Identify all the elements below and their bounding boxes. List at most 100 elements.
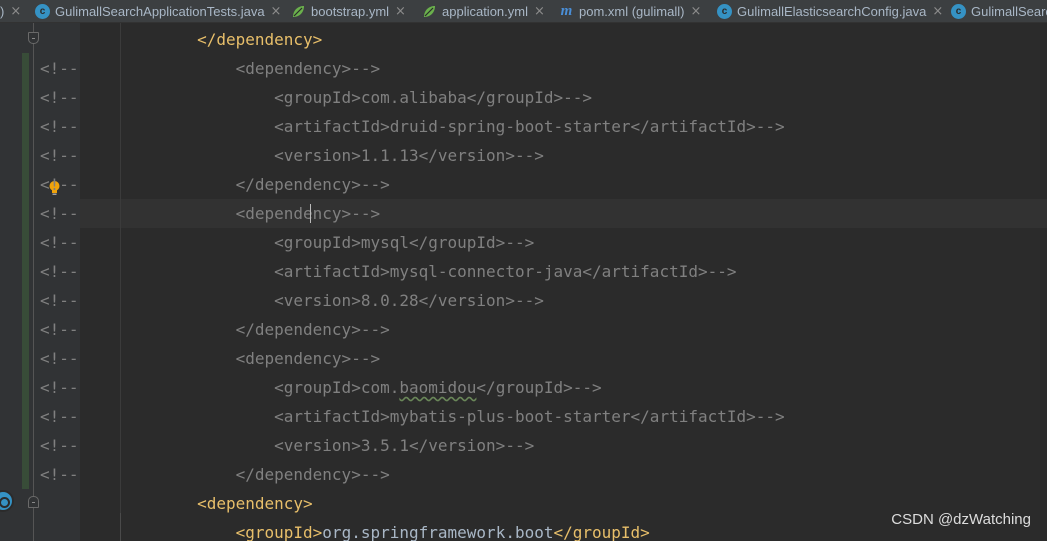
comment-prefix: <!-- xyxy=(40,436,79,455)
code-line[interactable]: <!-- <dependency>--> xyxy=(40,344,381,373)
close-icon[interactable]: × xyxy=(10,4,21,19)
indentation xyxy=(120,320,236,339)
comment-prefix: <!-- xyxy=(40,378,79,397)
tab-label: GulimallElasticsearchConfig.java xyxy=(737,3,927,19)
tab-label: application.yml xyxy=(442,3,528,19)
indentation xyxy=(120,523,236,541)
code-line[interactable]: <!-- </dependency>--> xyxy=(40,460,390,489)
java-class-icon: c xyxy=(35,3,50,19)
xml-comment: <groupId>com.alibaba</groupId>--> xyxy=(274,88,593,107)
tab-pom-xml[interactable]: m pom.xml (gulimall) × xyxy=(559,0,702,22)
code-line[interactable]: <!-- <version>1.1.13</version>--> xyxy=(40,141,544,170)
code-line[interactable]: <!-- <artifactId>mysql-connector-java</a… xyxy=(40,257,737,286)
code-line[interactable]: <dependency> xyxy=(120,489,313,518)
comment-prefix: <!-- xyxy=(40,320,79,339)
code-line[interactable]: <!-- <artifactId>druid-spring-boot-start… xyxy=(40,112,785,141)
comment-prefix: <!-- xyxy=(40,117,79,136)
indentation xyxy=(120,59,236,78)
vcs-change-marker[interactable] xyxy=(22,53,29,489)
code-line[interactable]: <!-- <groupId>com.baomidou</groupId>--> xyxy=(40,373,602,402)
tab-gulimall-search[interactable]: c GulimallSearc xyxy=(951,0,1047,22)
xml-tag: </groupId> xyxy=(553,523,650,541)
maven-icon: m xyxy=(560,2,573,19)
indentation xyxy=(120,494,197,513)
comment-prefix: <!-- xyxy=(40,146,79,165)
code-editor[interactable]: </dependency> <!-- <dependency>--> <!-- <g… xyxy=(40,23,1047,541)
indentation xyxy=(120,88,274,107)
xml-comment: <version>3.5.1</version>--> xyxy=(274,436,535,455)
code-line[interactable]: </dependency> xyxy=(120,25,322,54)
code-line[interactable]: <!-- <dependency>--> xyxy=(40,54,381,83)
xml-comment: <groupId>com. xyxy=(274,378,400,397)
comment-prefix: <!-- xyxy=(40,175,79,194)
close-icon[interactable]: × xyxy=(534,4,545,19)
comment-prefix: <!-- xyxy=(40,407,79,426)
xml-comment: <version>1.1.13</version>--> xyxy=(274,146,544,165)
tab-gulimall-elasticsearch-config[interactable]: c GulimallElasticsearchConfig.java × xyxy=(717,0,943,22)
xml-tag: <dependency> xyxy=(197,494,313,513)
java-class-icon: c xyxy=(951,3,966,19)
comment-prefix: <!-- xyxy=(40,204,79,223)
code-line[interactable]: <groupId>org.springframework.boot</group… xyxy=(120,518,650,541)
code-line[interactable]: <!-- <dependency>--> xyxy=(40,199,381,228)
indentation xyxy=(120,175,236,194)
comment-prefix: <!-- xyxy=(40,59,79,78)
xml-comment: </dependency>--> xyxy=(235,175,390,194)
xml-comment: </dependency>--> xyxy=(235,320,390,339)
comment-prefix: <!-- xyxy=(40,233,79,252)
fold-toggle-icon[interactable] xyxy=(28,32,39,44)
tab-label: ) xyxy=(0,3,5,19)
comment-prefix: <!-- xyxy=(40,88,79,107)
close-icon[interactable]: × xyxy=(932,4,943,19)
code-line[interactable]: <!-- <groupId>mysql</groupId>--> xyxy=(40,228,534,257)
close-icon[interactable]: × xyxy=(395,4,406,19)
code-line[interactable]: <!-- <groupId>com.alibaba</groupId>--> xyxy=(40,83,593,112)
indentation xyxy=(120,30,197,49)
xml-comment: <artifactId>druid-spring-boot-starter</a… xyxy=(274,117,785,136)
code-line[interactable]: <!-- <version>3.5.1</version>--> xyxy=(40,431,535,460)
tab-bootstrap-yml[interactable]: bootstrap.yml × xyxy=(291,0,406,22)
text-caret xyxy=(310,204,311,223)
xml-comment: <dependency>--> xyxy=(235,349,381,368)
xml-comment: </dependency>--> xyxy=(235,465,390,484)
tab-label: GulimallSearc xyxy=(971,3,1047,19)
indentation xyxy=(120,378,274,397)
indentation xyxy=(120,349,236,368)
xml-comment: <dependency>--> xyxy=(235,59,381,78)
yaml-leaf-icon xyxy=(422,4,437,19)
xml-comment: </groupId>--> xyxy=(476,378,602,397)
comment-prefix: <!-- xyxy=(40,291,79,310)
code-line[interactable]: <!-- </dependency>--> xyxy=(40,315,390,344)
comment-prefix: <!-- xyxy=(40,349,79,368)
indentation xyxy=(120,407,274,426)
code-line[interactable]: <!-- <version>8.0.28</version>--> xyxy=(40,286,544,315)
close-icon[interactable]: × xyxy=(690,4,701,19)
xml-comment: <artifactId>mybatis-plus-boot-starter</a… xyxy=(274,407,785,426)
tab-gulimall-search-application-tests[interactable]: c GulimallSearchApplicationTests.java × xyxy=(35,0,281,22)
tab-label: pom.xml (gulimall) xyxy=(579,3,685,19)
indentation xyxy=(120,262,274,281)
tab-previous[interactable]: ) × xyxy=(0,0,21,22)
comment-prefix: <!-- xyxy=(40,262,79,281)
indentation xyxy=(120,146,274,165)
xml-comment: <dependency>--> xyxy=(235,204,381,223)
editor-tab-bar: ) × c GulimallSearchApplicationTests.jav… xyxy=(0,0,1047,23)
xml-comment: <version>8.0.28</version>--> xyxy=(274,291,544,310)
tab-label: bootstrap.yml xyxy=(311,3,390,19)
java-class-icon: c xyxy=(717,3,732,19)
tab-application-yml[interactable]: application.yml × xyxy=(422,0,545,22)
indentation xyxy=(120,465,236,484)
xml-comment: <artifactId>mysql-connector-java</artifa… xyxy=(274,262,737,281)
xml-text: org.springframework.boot xyxy=(322,523,554,541)
csdn-watermark: CSDN @dzWatching xyxy=(891,511,1031,528)
yaml-leaf-icon xyxy=(291,4,306,19)
indentation xyxy=(120,117,274,136)
code-line[interactable]: <!-- <artifactId>mybatis-plus-boot-start… xyxy=(40,402,785,431)
code-line[interactable]: <!-- </dependency>--> xyxy=(40,170,390,199)
indentation xyxy=(120,436,274,455)
indentation xyxy=(120,233,274,252)
xml-tag: <groupId> xyxy=(235,523,323,541)
close-icon[interactable]: × xyxy=(271,4,282,19)
indentation xyxy=(120,204,236,223)
fold-toggle-icon[interactable] xyxy=(28,496,39,508)
